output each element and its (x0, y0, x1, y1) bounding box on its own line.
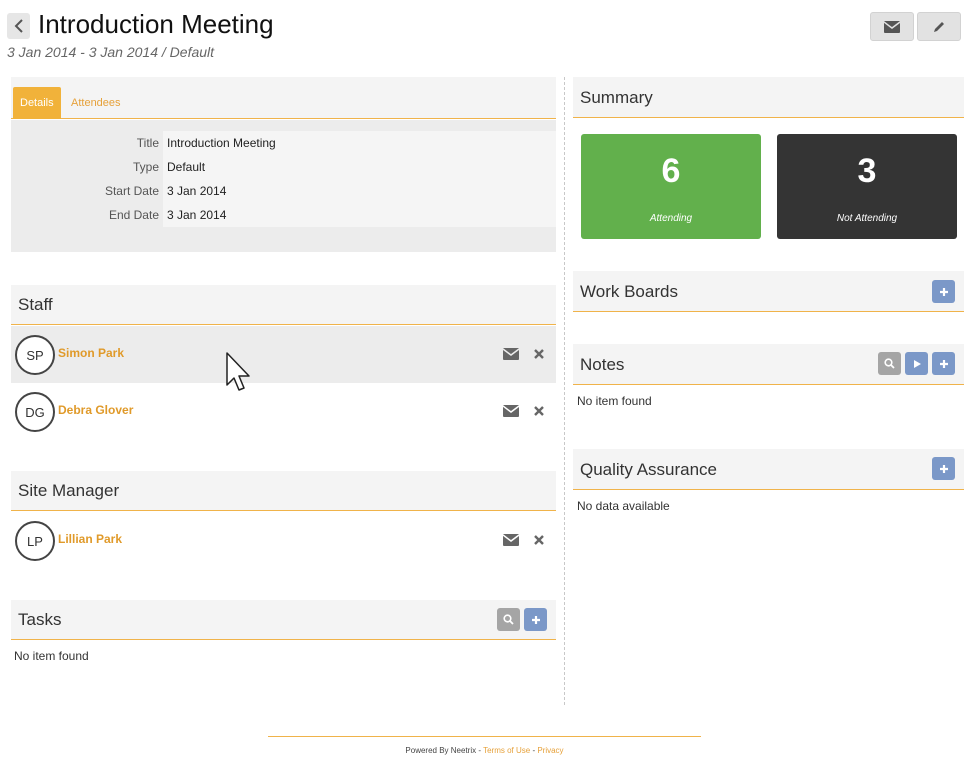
person-name-link[interactable]: Lillian Park (58, 532, 122, 546)
play-icon (913, 359, 921, 368)
tab-attendees[interactable]: Attendees (64, 87, 128, 119)
attending-card[interactable]: 6 Attending (581, 134, 761, 239)
add-task-button[interactable] (524, 608, 547, 631)
detail-label: Type (132, 160, 159, 174)
privacy-link[interactable]: Privacy (537, 746, 563, 755)
detail-value: Default (163, 155, 556, 179)
column-divider (564, 77, 565, 705)
detail-label: End Date (108, 208, 159, 222)
add-note-button[interactable] (932, 352, 955, 375)
detail-row-start-date: Start Date 3 Jan 2014 (11, 179, 556, 203)
add-work-board-button[interactable] (932, 280, 955, 303)
quality-assurance-empty-message: No data available (577, 499, 670, 513)
avatar: LP (15, 521, 55, 561)
attending-count: 6 (661, 152, 681, 190)
search-tasks-button[interactable] (497, 608, 520, 631)
remove-person-button[interactable] (530, 402, 548, 420)
notes-title: Notes (580, 355, 625, 374)
footer-divider (268, 736, 701, 737)
close-icon (534, 349, 544, 359)
email-person-button[interactable] (502, 402, 520, 420)
summary-title: Summary (580, 88, 653, 107)
email-person-button[interactable] (502, 345, 520, 363)
close-icon (534, 406, 544, 416)
pencil-icon (934, 21, 944, 32)
person-name-link[interactable]: Debra Glover (58, 403, 133, 417)
detail-label: Title (136, 136, 159, 150)
detail-value: Introduction Meeting (163, 131, 556, 155)
plus-icon (939, 359, 948, 368)
powered-by-text: Powered By Neetrix (405, 746, 477, 755)
terms-of-use-link[interactable]: Terms of Use (483, 746, 530, 755)
tab-details[interactable]: Details (13, 87, 61, 119)
search-icon (503, 614, 514, 625)
tab-bar: Details Attendees (11, 77, 556, 119)
remove-person-button[interactable] (530, 531, 548, 549)
email-person-button[interactable] (502, 531, 520, 549)
person-name-link[interactable]: Simon Park (58, 346, 124, 360)
envelope-icon (503, 534, 519, 546)
tasks-title: Tasks (18, 610, 62, 629)
work-boards-header: Work Boards (573, 271, 964, 312)
staff-title: Staff (18, 295, 53, 314)
plus-icon (939, 464, 948, 473)
envelope-icon (884, 20, 900, 33)
avatar: DG (15, 392, 55, 432)
plus-icon (531, 615, 540, 624)
chevron-left-icon (14, 19, 23, 33)
quality-assurance-header: Quality Assurance (573, 449, 964, 490)
search-icon (884, 358, 895, 369)
envelope-icon (503, 405, 519, 417)
site-manager-title: Site Manager (18, 481, 120, 500)
site-manager-header: Site Manager (11, 471, 556, 511)
envelope-icon (503, 348, 519, 360)
staff-row: SP Simon Park (11, 326, 556, 383)
plus-icon (939, 287, 948, 296)
detail-row-end-date: End Date 3 Jan 2014 (11, 203, 556, 227)
page-header: Introduction Meeting 3 Jan 2014 - 3 Jan … (0, 0, 973, 70)
detail-value: 3 Jan 2014 (163, 179, 556, 203)
summary-header: Summary (573, 77, 964, 118)
details-panel: Title Introduction Meeting Type Default … (11, 120, 556, 252)
close-icon (534, 535, 544, 545)
not-attending-count: 3 (857, 152, 877, 190)
page-title: Introduction Meeting (38, 9, 274, 39)
page-subtitle: 3 Jan 2014 - 3 Jan 2014 / Default (7, 44, 215, 60)
not-attending-card[interactable]: 3 Not Attending (777, 134, 957, 239)
notes-header: Notes (573, 344, 964, 385)
detail-row-title: Title Introduction Meeting (11, 131, 556, 155)
add-quality-assurance-button[interactable] (932, 457, 955, 480)
back-button[interactable] (7, 13, 30, 39)
edit-button[interactable] (917, 12, 961, 41)
detail-row-type: Type Default (11, 155, 556, 179)
staff-row: DG Debra Glover (11, 383, 556, 440)
quality-assurance-title: Quality Assurance (580, 460, 718, 479)
footer: Powered By Neetrix - Terms of Use - Priv… (268, 746, 701, 755)
notes-empty-message: No item found (577, 394, 652, 408)
work-boards-title: Work Boards (580, 282, 678, 301)
detail-value: 3 Jan 2014 (163, 203, 556, 227)
avatar: SP (15, 335, 55, 375)
attending-label: Attending (649, 213, 693, 224)
remove-person-button[interactable] (530, 345, 548, 363)
email-button[interactable] (870, 12, 914, 41)
site-manager-row: LP Lillian Park (11, 512, 556, 569)
staff-header: Staff (11, 285, 556, 325)
tasks-empty-message: No item found (14, 649, 89, 663)
search-notes-button[interactable] (878, 352, 901, 375)
not-attending-label: Not Attending (836, 213, 898, 224)
play-notes-button[interactable] (905, 352, 928, 375)
tasks-header: Tasks (11, 600, 556, 640)
detail-label: Start Date (104, 184, 159, 198)
